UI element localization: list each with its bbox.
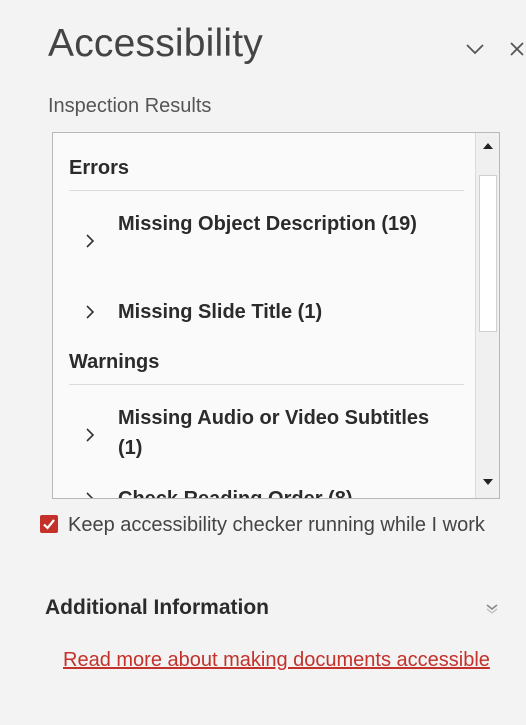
result-item-missing-slide-title[interactable]: Missing Slide Title (1) — [53, 297, 475, 329]
scroll-down-arrow-icon — [482, 479, 493, 485]
close-icon — [510, 42, 524, 56]
keep-running-checkbox[interactable] — [40, 515, 58, 533]
result-item-label: Check Reading Order (8) — [118, 484, 458, 498]
chevron-right-icon[interactable] — [83, 489, 97, 498]
checkmark-icon — [43, 519, 55, 530]
keep-running-label[interactable]: Keep accessibility checker running while… — [68, 512, 508, 539]
additional-information-header[interactable]: Additional Information — [45, 596, 515, 626]
group-header-errors: Errors — [69, 157, 464, 191]
scroll-up-button[interactable] — [476, 135, 499, 157]
result-item-label: Missing Slide Title (1) — [118, 301, 323, 323]
close-pane-button[interactable] — [502, 34, 526, 64]
group-header-warnings: Warnings — [69, 351, 464, 385]
chevron-right-icon[interactable] — [83, 231, 97, 251]
scroll-down-button[interactable] — [476, 471, 499, 493]
chevron-right-icon[interactable] — [83, 425, 97, 445]
pane-title: Accessibility — [48, 22, 263, 65]
result-item-missing-object-description[interactable]: Missing Object Description (19) — [53, 209, 475, 275]
collapse-chevron-icon[interactable] — [485, 602, 499, 614]
result-item-label: Missing Object Description (19) — [118, 213, 417, 235]
chevron-right-icon[interactable] — [83, 302, 97, 322]
results-scrollbar[interactable] — [475, 133, 499, 498]
scroll-up-arrow-icon — [482, 143, 493, 149]
scroll-thumb[interactable] — [479, 175, 497, 332]
chevron-down-icon — [466, 44, 484, 55]
read-more-link[interactable]: Read more about making documents accessi… — [63, 647, 503, 674]
results-viewport: Errors Missing Object Description (19) M… — [53, 133, 475, 498]
result-item-missing-audio-video-subtitles[interactable]: Missing Audio or Video Subtitles (1) — [53, 403, 475, 469]
result-item-check-reading-order[interactable]: Check Reading Order (8) — [53, 484, 475, 498]
inspection-results-list[interactable]: Errors Missing Object Description (19) M… — [52, 132, 500, 499]
additional-information-title: Additional Information — [45, 596, 269, 619]
result-item-label: Missing Audio or Video Subtitles (1) — [118, 407, 430, 459]
pane-options-button[interactable] — [460, 34, 490, 64]
accessibility-pane: Accessibility Inspection Results Errors … — [0, 0, 526, 725]
inspection-results-label: Inspection Results — [48, 95, 212, 117]
